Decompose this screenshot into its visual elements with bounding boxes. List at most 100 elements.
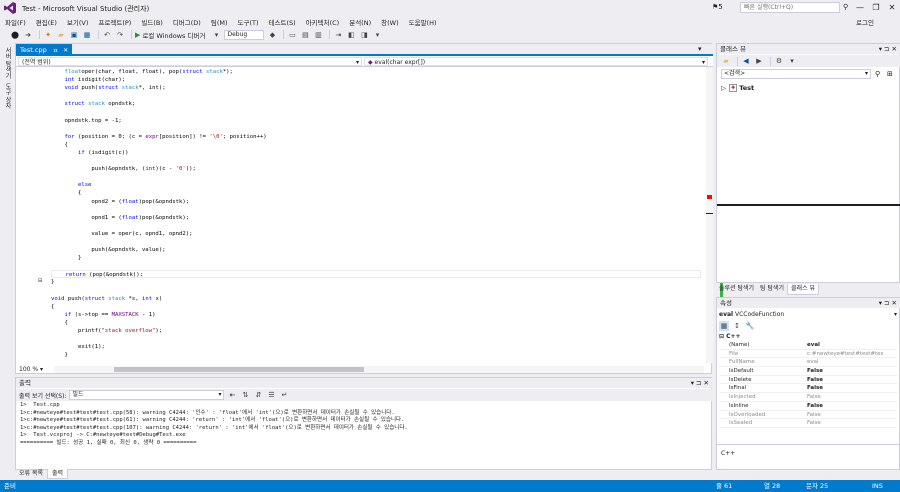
menu-item[interactable]: 도움말(H) (409, 17, 437, 27)
close-tab-icon[interactable]: ✕ (63, 47, 68, 54)
close-button[interactable]: ✕ (884, 1, 900, 14)
dropdown-chevron-icon[interactable]: ▾ (211, 30, 221, 40)
property-row[interactable]: (Name) eval (719, 341, 897, 350)
zoom-level-select[interactable]: 100 % ▾ (16, 365, 43, 374)
property-pages-icon[interactable]: 🔧 (745, 321, 755, 331)
tab-solution-explorer[interactable]: 솔루션 탐색기 (716, 284, 757, 294)
start-debugging-button[interactable]: ▶ 로컬 Windows 디버거 (135, 30, 205, 40)
word-wrap-icon[interactable]: ↵ (279, 390, 289, 400)
member-select[interactable]: ◆ eval(char expr[]) ▾ (364, 57, 708, 66)
search-options-icon[interactable]: ⊞ (887, 70, 893, 78)
menu-item[interactable]: 창(W) (381, 17, 398, 27)
forward-icon[interactable]: ▶ (754, 56, 764, 66)
panel-close-icon[interactable]: ▾ ⊐ ✕ (691, 378, 709, 388)
chevron-down-icon[interactable]: ▾ (787, 56, 797, 66)
attach-icon[interactable]: ◆ (267, 30, 277, 40)
property-row[interactable]: IsDefault False (719, 367, 897, 376)
panel-close-icon[interactable]: ▾ ⊐ ✕ (879, 298, 897, 308)
code-token: opnd1 = ( (91, 214, 122, 221)
property-row[interactable]: IsInjected False (719, 393, 897, 402)
tab-output[interactable]: 출력 (47, 469, 69, 479)
undo-icon[interactable]: ↶ (102, 30, 112, 40)
code-token: stack (88, 101, 105, 108)
new-project-icon[interactable]: ✦ (43, 30, 53, 40)
pin-icon[interactable]: ㅍ (53, 46, 59, 55)
goto-prev-message-icon[interactable]: ⇅ (240, 390, 250, 400)
categorized-icon[interactable]: ▦ (719, 321, 729, 331)
indent-icon[interactable]: ⇥ (333, 30, 343, 40)
comment-icon[interactable]: ▤ (300, 30, 310, 40)
class-tree-item[interactable]: ▷ ✚ Test (721, 84, 754, 92)
uncomment-icon[interactable]: ▥ (313, 30, 323, 40)
tab-error-list[interactable]: 오류 목록 (15, 469, 47, 479)
property-value: eval (807, 359, 819, 366)
tree-expand-icon[interactable]: ▷ (721, 84, 726, 92)
chevron-down-icon: ▾ (864, 70, 868, 77)
properties-object-select[interactable]: eval VCCodeFunction ▾ (719, 310, 897, 319)
bookmark-prev-icon[interactable]: ◧ (346, 30, 356, 40)
property-row[interactable]: IsSealed False (719, 419, 897, 428)
login-link[interactable]: 로그인 (856, 17, 874, 27)
menu-item[interactable]: 빌드(B) (141, 17, 163, 27)
menu-item[interactable]: 편집(E) (36, 17, 57, 27)
solution-config-select[interactable]: Debug (224, 29, 265, 40)
property-row[interactable]: File c:#newteye#test#test#tes (719, 350, 897, 359)
menu-item[interactable]: 테스트(S) (269, 17, 296, 27)
search-icon[interactable]: ⚲ (875, 70, 880, 78)
panel-splitter[interactable] (717, 204, 900, 206)
find-message-icon[interactable]: ⇤ (227, 390, 237, 400)
property-row[interactable]: FullName eval (719, 358, 897, 368)
menu-item[interactable]: 파일(F) (5, 17, 26, 27)
tab-overflow-icon[interactable]: ▾ (698, 45, 702, 53)
class-view-search-input[interactable]: <검색> ▾ (721, 69, 871, 79)
vertical-scrollbar[interactable] (706, 67, 713, 363)
document-tab-test-cpp[interactable]: Test.cpp ㅍ ✕ (16, 44, 73, 56)
panel-close-icon[interactable]: ▾ ⊐ ✕ (879, 44, 897, 54)
code-token: return (65, 272, 86, 279)
horizontal-scroll-thumb[interactable] (114, 367, 364, 372)
property-category[interactable]: ⊟ C++ (719, 333, 897, 341)
scope-value: (전역 범위) (22, 59, 51, 66)
bookmark-icon[interactable]: ▭ (287, 30, 297, 40)
tab-class-view[interactable]: 클래스 뷰 (787, 283, 820, 295)
alphabetical-icon[interactable]: ↕ (732, 321, 742, 331)
gear-icon[interactable]: ⚙ (774, 56, 784, 66)
code-line: } (51, 254, 701, 262)
notifications-flag[interactable]: ⚑5 (712, 3, 723, 11)
bookmark-next-icon[interactable]: ◨ (359, 30, 369, 40)
collapse-toggle-icon[interactable]: ⊟ (38, 278, 42, 284)
more-icon[interactable]: ▾ (372, 30, 382, 40)
redo-icon[interactable]: ↷ (115, 30, 125, 40)
menu-item[interactable]: 도구(T) (238, 17, 259, 27)
property-row[interactable]: IsDelete False (719, 376, 897, 385)
menu-item[interactable]: 보기(V) (67, 17, 88, 27)
menu-item[interactable]: 분석(N) (349, 17, 371, 27)
quick-launch-input[interactable]: 빠른 실행(Ctrl+Q) (740, 2, 840, 13)
open-file-icon[interactable]: ▰ (56, 30, 66, 40)
menu-item[interactable]: 아키텍처(C) (306, 17, 340, 27)
minimize-button[interactable]: — (852, 1, 868, 14)
back-icon[interactable]: ◀ (741, 56, 751, 66)
menu-item[interactable]: 디버그(D) (173, 17, 201, 27)
output-source-select[interactable]: 빌드 ▾ (69, 390, 225, 400)
property-row[interactable]: IsInline False (719, 402, 897, 411)
navigate-back-icon[interactable]: ⬤ (10, 30, 20, 40)
tab-team-explorer[interactable]: 팀 탐색기 (757, 284, 787, 294)
folder-icon[interactable]: ▰ (721, 56, 731, 66)
navigate-forward-icon[interactable]: ➜ (23, 30, 33, 40)
restore-button[interactable]: ❐ (868, 1, 884, 14)
server-explorer-tab[interactable]: 서버 탐색기 (3, 47, 12, 79)
scope-select[interactable]: (전역 범위) ▾ (18, 57, 362, 66)
property-row[interactable]: IsFinal False (719, 384, 897, 394)
toolbox-tab[interactable]: 도구 상자 (3, 83, 12, 109)
code-area[interactable]: ⊟ floatoper(char, float, float), pop(str… (16, 68, 706, 364)
property-row[interactable]: IsOverloaded False (719, 411, 897, 420)
save-all-icon[interactable]: ▦ (82, 30, 92, 40)
menu-item[interactable]: 프로젝트(P) (98, 17, 131, 27)
horizontal-scrollbar[interactable] (54, 366, 704, 373)
save-icon[interactable]: ▣ (69, 30, 79, 40)
menu-item[interactable]: 팀(M) (211, 17, 228, 27)
goto-next-message-icon[interactable]: ⇵ (253, 390, 263, 400)
clear-all-icon[interactable]: ☰ (266, 390, 276, 400)
